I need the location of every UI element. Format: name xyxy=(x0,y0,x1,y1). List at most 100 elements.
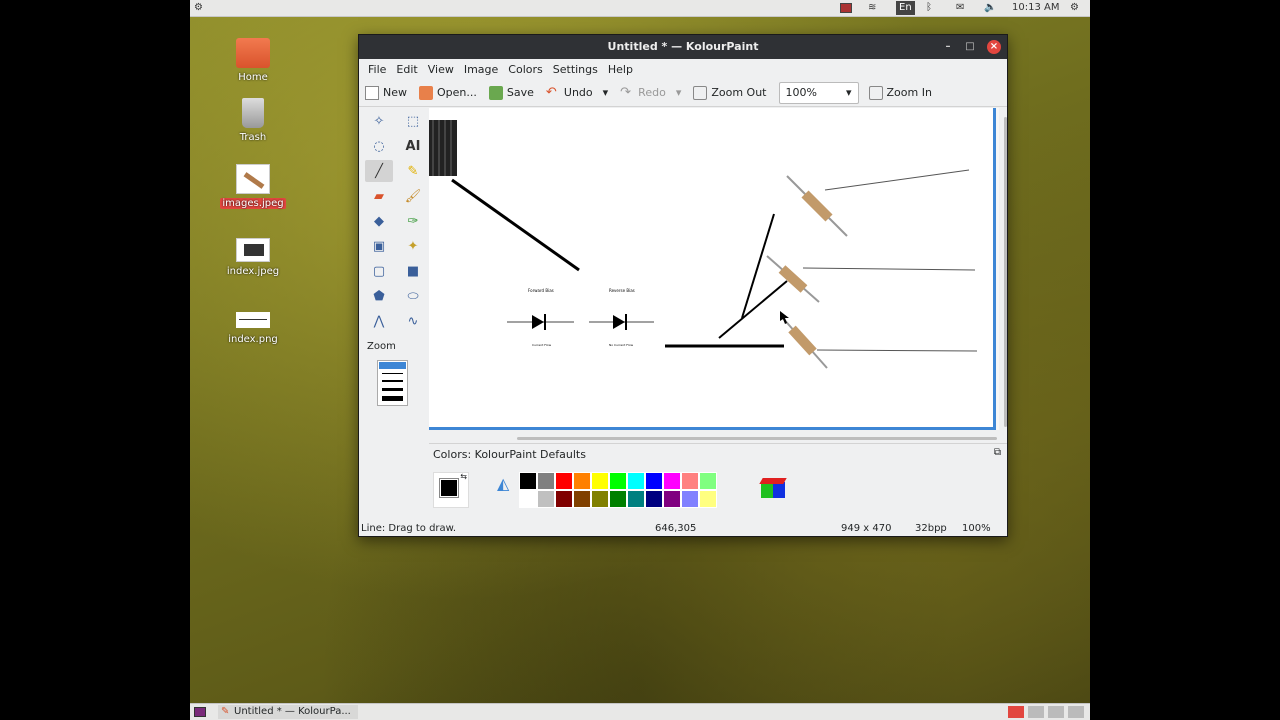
redo-button[interactable]: ↷ Redo ▾ xyxy=(620,85,682,100)
palette-swatch[interactable] xyxy=(663,490,681,508)
palette-swatch[interactable] xyxy=(573,472,591,490)
ellipse-icon[interactable]: ⬭ xyxy=(399,285,427,307)
menu-edit[interactable]: Edit xyxy=(391,63,422,76)
polyline-icon[interactable]: ⋀ xyxy=(365,310,393,332)
palette-swatch[interactable] xyxy=(519,490,537,508)
menu-settings[interactable]: Settings xyxy=(548,63,603,76)
horizontal-scrollbar[interactable] xyxy=(517,437,997,440)
close-icon[interactable]: × xyxy=(987,40,1001,54)
workspace-4[interactable] xyxy=(1068,706,1084,718)
desktop-icon-trash[interactable]: Trash xyxy=(220,98,286,143)
foreground-background-color[interactable]: ⇆ xyxy=(433,472,469,508)
settings-icon[interactable]: ⚙ xyxy=(1070,1,1079,15)
drawing-canvas[interactable]: Forward Bias Current Flow Reverse Bias N… xyxy=(429,108,996,430)
pencil-icon[interactable]: ✎ xyxy=(399,160,427,182)
menu-image[interactable]: Image xyxy=(459,63,503,76)
status-hint: Line: Drag to draw. xyxy=(361,523,457,534)
rounded-rect-icon[interactable]: ▢ xyxy=(365,260,393,282)
spraycan-icon[interactable]: ✦ xyxy=(399,235,427,257)
float-panel-icon[interactable]: ⧉ xyxy=(994,447,1001,458)
bluetooth-icon[interactable]: ᛒ xyxy=(926,1,932,15)
palette-swatch[interactable] xyxy=(627,490,645,508)
palette-swatch[interactable] xyxy=(609,490,627,508)
app-indicator-icon[interactable] xyxy=(840,3,852,13)
line-width-selector[interactable] xyxy=(377,360,408,406)
workspace-2[interactable] xyxy=(1028,706,1044,718)
palette-swatch[interactable] xyxy=(645,472,663,490)
palette-swatch[interactable] xyxy=(681,472,699,490)
palette-swatch[interactable] xyxy=(609,472,627,490)
maximize-icon[interactable]: □ xyxy=(963,40,977,54)
palette-swatch[interactable] xyxy=(555,472,573,490)
language-indicator[interactable]: En xyxy=(896,1,915,15)
clock[interactable]: 10:13 AM xyxy=(1012,1,1059,15)
redo-dropdown-icon[interactable]: ▾ xyxy=(676,86,682,99)
palette-swatch[interactable] xyxy=(519,472,537,490)
vertical-scrollbar[interactable] xyxy=(1004,117,1007,427)
color-eraser-icon[interactable]: ▣ xyxy=(365,235,393,257)
activities-icon[interactable]: ⚙ xyxy=(194,1,203,15)
workspace-1[interactable] xyxy=(1008,706,1024,718)
minimize-icon[interactable]: – xyxy=(941,40,955,54)
color-picker-icon[interactable]: ✑ xyxy=(399,210,427,232)
open-button[interactable]: Open... xyxy=(419,85,477,100)
palette-swatch[interactable] xyxy=(591,472,609,490)
taskbar-item-kolourpaint[interactable]: ✎ Untitled * — KolourPa... xyxy=(218,705,358,719)
text-tool-icon[interactable]: AI xyxy=(399,135,427,157)
save-button[interactable]: Save xyxy=(488,85,534,100)
menu-file[interactable]: File xyxy=(363,63,391,76)
palette-swatch[interactable] xyxy=(663,472,681,490)
undo-button[interactable]: ↶ Undo ▾ xyxy=(546,85,609,100)
chevron-down-icon: ▾ xyxy=(845,86,852,99)
zoom-out-button[interactable]: Zoom Out xyxy=(693,85,767,100)
brush-icon[interactable]: 🖌 xyxy=(399,185,427,207)
swap-colors-icon[interactable]: ⇆ xyxy=(460,472,467,481)
rectangle-icon[interactable]: ■ xyxy=(399,260,427,282)
color-similarity-icon[interactable]: ◭ xyxy=(497,474,509,493)
desktop-icon-index-png[interactable]: index.png xyxy=(220,312,286,345)
rect-select-icon[interactable]: ⬚ xyxy=(399,110,427,132)
desktop-icon-index-jpeg[interactable]: index.jpeg xyxy=(220,238,286,277)
wifi-icon[interactable]: ≋ xyxy=(868,1,876,15)
ellipse-select-icon[interactable]: ◌ xyxy=(365,135,393,157)
volume-icon[interactable]: 🔈 xyxy=(984,1,996,15)
palette-swatch[interactable] xyxy=(591,490,609,508)
kolourpaint-icon: ✎ xyxy=(221,706,230,717)
palette-swatch[interactable] xyxy=(555,490,573,508)
palette-swatch[interactable] xyxy=(681,490,699,508)
desktop-icon-images-jpeg[interactable]: images.jpeg xyxy=(220,164,286,209)
heatsink-image xyxy=(429,120,457,176)
kolourpaint-window[interactable]: Untitled * — KolourPaint – □ × File Edit… xyxy=(358,34,1008,537)
drawn-line xyxy=(718,280,788,339)
undo-dropdown-icon[interactable]: ▾ xyxy=(603,86,609,99)
curve-icon[interactable]: ∿ xyxy=(399,310,427,332)
line-tool-icon[interactable]: ╱ xyxy=(365,160,393,182)
menu-colors[interactable]: Colors xyxy=(503,63,547,76)
palette-swatch[interactable] xyxy=(537,490,555,508)
new-document-icon xyxy=(365,85,379,100)
menu-view[interactable]: View xyxy=(423,63,459,76)
app-menu-icon[interactable] xyxy=(194,707,206,717)
palette-swatch[interactable] xyxy=(699,472,717,490)
palette-swatch[interactable] xyxy=(537,472,555,490)
menu-help[interactable]: Help xyxy=(603,63,638,76)
color-cube-icon[interactable] xyxy=(759,474,787,502)
status-size: 949 x 470 xyxy=(841,523,892,534)
zoom-select[interactable]: 100% ▾ xyxy=(778,81,859,104)
window-titlebar[interactable]: Untitled * — KolourPaint – □ × xyxy=(359,35,1007,59)
fill-icon[interactable]: ◆ xyxy=(365,210,393,232)
palette-swatch[interactable] xyxy=(699,490,717,508)
polygon-icon[interactable]: ⬟ xyxy=(365,285,393,307)
free-select-icon[interactable]: ✧ xyxy=(365,110,393,132)
palette-swatch[interactable] xyxy=(645,490,663,508)
eraser-icon[interactable]: ▰ xyxy=(365,185,393,207)
workspace-3[interactable] xyxy=(1048,706,1064,718)
no-current-flow-label: No Current Flow xyxy=(609,343,634,347)
mail-icon[interactable]: ✉ xyxy=(956,1,964,15)
new-button[interactable]: New xyxy=(365,85,407,100)
desktop-icon-home[interactable]: Home xyxy=(220,38,286,83)
resistor-image xyxy=(786,169,970,237)
zoom-in-button[interactable]: Zoom In xyxy=(868,85,932,100)
palette-swatch[interactable] xyxy=(573,490,591,508)
palette-swatch[interactable] xyxy=(627,472,645,490)
